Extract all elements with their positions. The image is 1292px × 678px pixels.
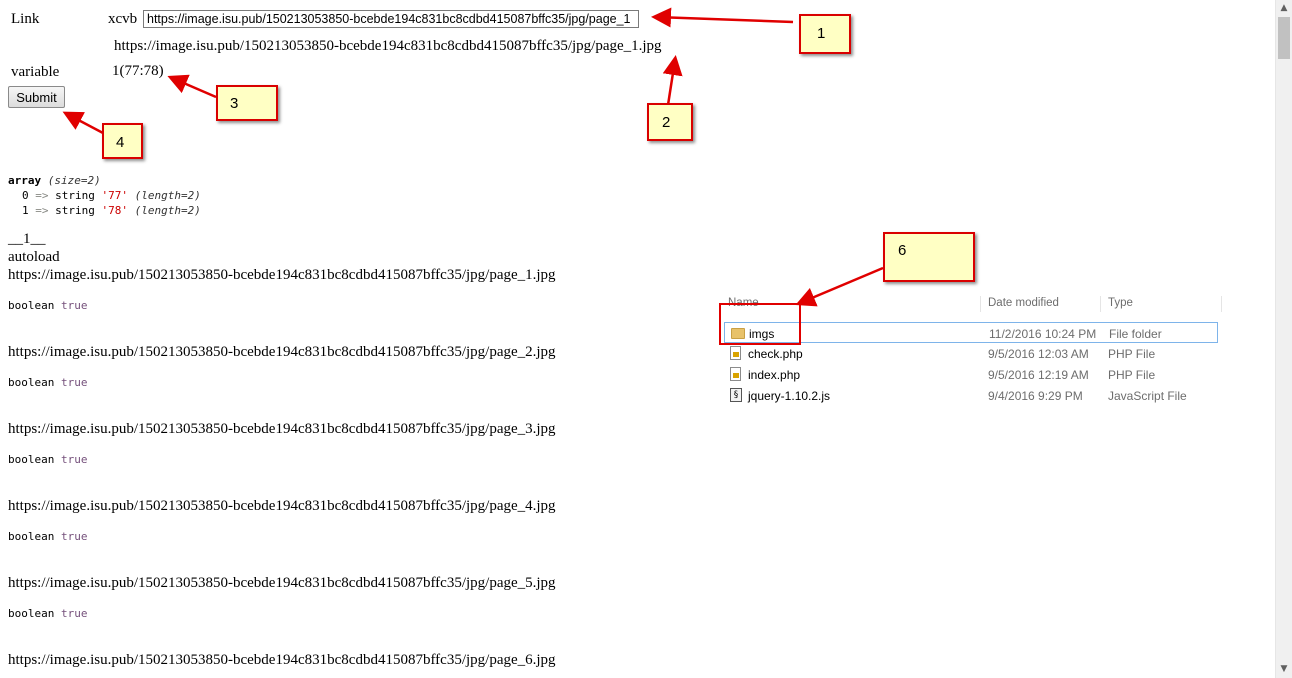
- scroll-down-arrow-icon[interactable]: ▼: [1276, 661, 1292, 678]
- arrow-1: [651, 7, 794, 28]
- callout-4: 4: [102, 123, 143, 159]
- annotation-arrows: [62, 7, 884, 307]
- arrow-2: [662, 55, 683, 106]
- scroll-up-arrow-icon[interactable]: ▲: [1276, 0, 1292, 17]
- scrollbar-thumb[interactable]: [1278, 17, 1290, 59]
- callout-1: 1: [799, 14, 851, 54]
- arrow-3: [167, 74, 217, 99]
- arrow-4: [62, 111, 104, 135]
- callout-number: 1: [817, 25, 826, 42]
- callout-number: 2: [662, 114, 671, 131]
- callout-number: 3: [230, 95, 239, 112]
- callout-6: 6: [883, 232, 975, 282]
- callout-number: 4: [116, 134, 125, 151]
- callout-number: 6: [898, 242, 907, 259]
- arrow-6: [795, 266, 884, 307]
- callout-2: 2: [647, 103, 693, 141]
- vertical-scrollbar[interactable]: ▲ ▼: [1275, 0, 1292, 678]
- callout-3: 3: [216, 85, 278, 121]
